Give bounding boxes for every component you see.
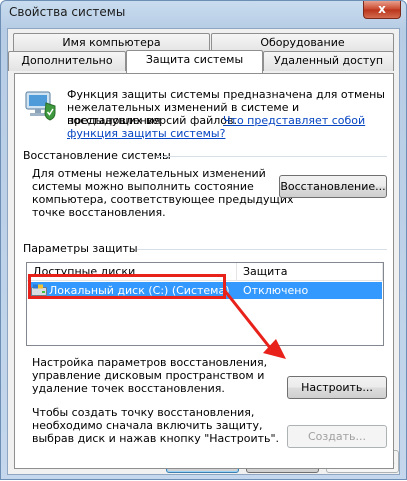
what-is-protection-link-2[interactable]: функция защиты системы? (67, 127, 225, 140)
close-button[interactable]: x (363, 1, 401, 19)
annotation-highlight-box (28, 274, 226, 299)
disk-protection-state: Отключено (243, 284, 309, 297)
restore-text-3: компьютера, соответствующее предыдущих (32, 193, 294, 206)
restore-text-2: системы можно выполнить состояние (32, 180, 254, 193)
restore-text-1: Для отмены нежелательных изменений (32, 167, 266, 180)
protection-divider (137, 249, 387, 250)
column-header-protection[interactable]: Защита (237, 263, 383, 281)
restore-button[interactable]: Восстановление... (279, 175, 387, 198)
tab-advanced[interactable]: Дополнительно (8, 51, 126, 71)
system-properties-window: Свойства системы x Имя компьютера Оборуд… (0, 0, 407, 480)
create-text-2: необходимо сначала включить защиту, (32, 419, 263, 432)
create-text-1: Чтобы создать точку восстановления, (32, 406, 255, 419)
create-button[interactable]: Создать... (287, 425, 387, 448)
configure-button[interactable]: Настроить... (287, 376, 387, 399)
restore-heading: Восстановление системы (23, 149, 171, 162)
intro-line-3: предыдущих версий файлов. (67, 114, 237, 127)
configure-text-1: Настройка параметров восстановления, (32, 356, 268, 369)
create-text-3: выбрав диск и нажав кнопку "Настроить". (32, 432, 280, 445)
restore-divider (157, 156, 387, 157)
tab-system-protection[interactable]: Защита системы (126, 50, 263, 73)
restore-text-4: точке восстановления. (32, 206, 166, 219)
configure-text-3: удаление точек восстановления. (32, 382, 225, 395)
dialog-client-area: Имя компьютера Оборудование Дополнительн… (7, 28, 400, 475)
configure-text-2: управление дисковым пространством и (32, 369, 265, 382)
system-protection-icon (24, 89, 58, 121)
what-is-protection-link-1[interactable]: Что представляет собой (223, 114, 365, 127)
intro-line-1: Функция защиты системы предназначена для… (67, 88, 385, 101)
protection-heading: Параметры защиты (23, 242, 138, 255)
tab-remote[interactable]: Удаленный доступ (263, 51, 394, 71)
tab-panel-system-protection: Функция защиты системы предназначена для… (14, 73, 394, 469)
window-title: Свойства системы (9, 5, 126, 19)
